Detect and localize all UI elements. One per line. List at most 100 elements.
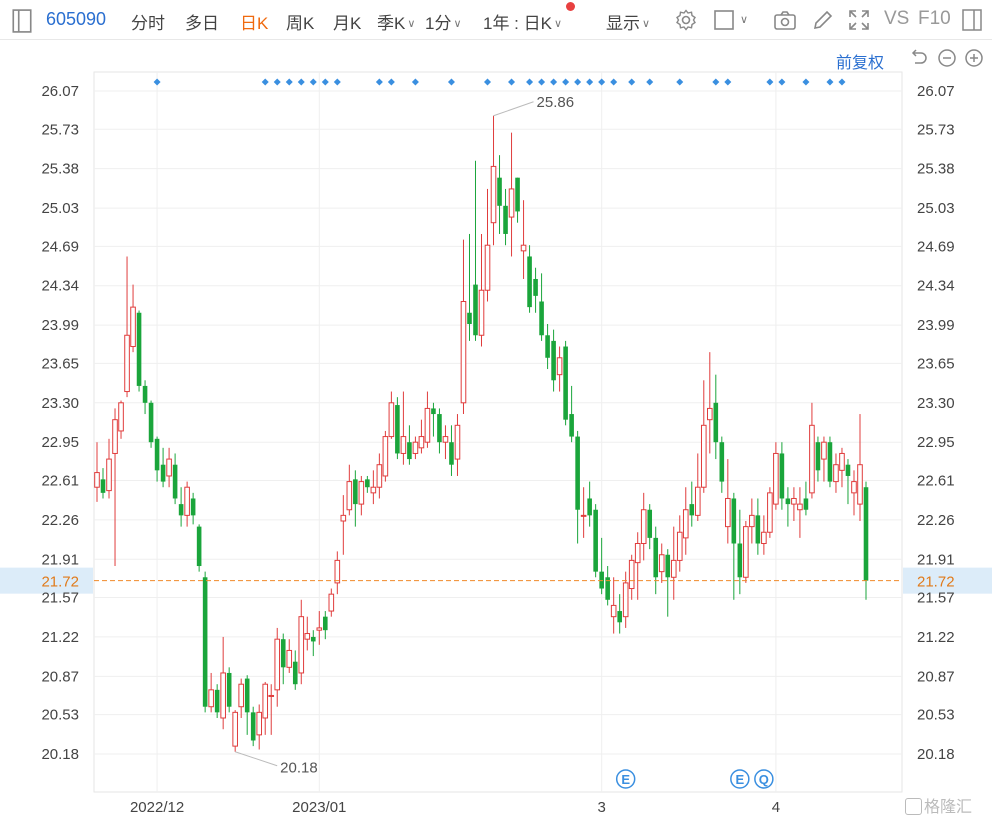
event-diamond-marker — [285, 78, 293, 86]
candle-body-down — [599, 571, 604, 589]
candle-body-up — [670, 559, 677, 578]
candle-body-up — [232, 711, 238, 747]
candle-body-up — [743, 526, 749, 578]
candle-body-up — [418, 436, 425, 449]
y-tick-label-right: 24.69 — [917, 238, 955, 255]
watermark-label: 格隆汇 — [924, 799, 973, 816]
y-tick-label-right: 23.65 — [917, 355, 955, 372]
candle-body-down — [713, 402, 719, 443]
candle-body-down — [280, 639, 286, 668]
candle-body-up — [382, 436, 389, 477]
candle-body-down — [407, 442, 412, 460]
candle-body-up — [520, 244, 527, 252]
candle-body-down — [214, 689, 220, 713]
candle-body-down — [575, 436, 580, 510]
candle-body-down — [569, 414, 574, 437]
event-diamond-marker — [826, 78, 834, 86]
candle-body-up — [424, 407, 431, 443]
event-badge-label: E — [736, 772, 745, 787]
candle-body-down — [196, 526, 202, 567]
y-tick-label-left: 23.99 — [41, 317, 79, 334]
candle-body-up — [628, 559, 635, 590]
candle-body-up — [460, 300, 467, 404]
candle-body-up — [340, 514, 347, 522]
candle-body-up — [640, 509, 647, 545]
candle-body-down — [467, 312, 472, 325]
candle-body-up — [580, 514, 587, 517]
candles — [94, 115, 869, 752]
candle-body-down — [845, 464, 851, 476]
candle-body-down — [731, 498, 737, 544]
event-badge-label: E — [621, 772, 630, 787]
candle-body-down — [827, 442, 833, 482]
candle-body-up — [298, 616, 305, 674]
event-diamond-marker — [321, 78, 329, 86]
candle-body-up — [346, 481, 353, 511]
event-diamond-marker — [802, 78, 810, 86]
event-diamond-marker — [712, 78, 720, 86]
candle-body-up — [478, 289, 485, 336]
candle-body-up — [791, 497, 797, 505]
candle-body-up — [454, 424, 461, 460]
x-tick-label: 4 — [772, 799, 780, 816]
candle-body-down — [815, 442, 821, 471]
y-axis-right: 26.07 25.73 25.38 25.03 24.69 24.34 23.99 23.65… — [917, 83, 955, 763]
y-tick-label-left: 21.22 — [41, 629, 79, 646]
candle-body-down — [503, 205, 508, 234]
candle-body-up — [124, 334, 130, 393]
candle-body-up — [94, 472, 100, 488]
candle-body-down — [587, 498, 592, 516]
candle-body-down — [292, 661, 298, 685]
candle-body-up — [268, 694, 275, 697]
candle-body-down — [863, 487, 869, 581]
candle-body-down — [353, 479, 358, 505]
candle-body-down — [803, 498, 809, 510]
candle-body-down — [310, 636, 316, 642]
candlestick-chart[interactable]: 26.07 25.73 25.38 25.03 24.69 24.34 23.99 23.65… — [0, 0, 992, 823]
y-tick-label-left: 20.53 — [41, 707, 79, 724]
y-tick-label-left: 24.69 — [41, 238, 79, 255]
event-diamond-marker — [538, 78, 546, 86]
candle-body-down — [100, 479, 106, 493]
y-tick-label-left: 25.38 — [41, 161, 79, 178]
candle-body-up — [706, 407, 713, 421]
max-price-label: 25.86 — [537, 94, 575, 111]
event-diamond-marker — [646, 78, 654, 86]
y-tick-label-right: 21.22 — [917, 629, 955, 646]
candle-body-down — [755, 515, 761, 544]
y-tick-label-right: 20.53 — [917, 707, 955, 724]
candle-body-down — [653, 537, 659, 578]
candle-body-up — [184, 486, 190, 516]
candle-body-up — [262, 683, 269, 719]
candle-body-up — [118, 402, 124, 432]
candle-body-up — [851, 481, 857, 494]
candle-body-down — [322, 616, 328, 631]
event-diamond-marker — [333, 78, 341, 86]
y-tick-label-left: 22.61 — [41, 472, 79, 489]
candle-body-up — [274, 638, 281, 691]
candle-body-down — [136, 312, 142, 386]
candle-body-down — [497, 177, 502, 206]
event-diamond-marker — [574, 78, 582, 86]
y-tick-label-right: 20.18 — [917, 746, 955, 763]
candle-body-down — [647, 509, 653, 538]
candle-body-down — [527, 256, 532, 308]
candle-body-up — [749, 514, 755, 528]
current-price-line: 21.72 21.72 — [41, 574, 954, 591]
candle-body-up — [442, 436, 449, 443]
y-tick-label-left: 23.65 — [41, 355, 79, 372]
candle-body-up — [658, 554, 665, 573]
candle-body-down — [617, 611, 622, 623]
candle-body-down — [244, 678, 250, 713]
candle-body-up — [797, 503, 803, 511]
candle-body-down — [431, 408, 436, 415]
event-diamond-marker — [297, 78, 305, 86]
y-tick-label-right: 22.26 — [917, 512, 955, 529]
candle-body-up — [857, 464, 863, 505]
y-tick-label-left: 22.95 — [41, 434, 79, 451]
event-diamond-marker — [598, 78, 606, 86]
candle-body-down — [395, 405, 400, 454]
candle-body-up — [682, 509, 689, 539]
candle-body-up — [725, 497, 731, 528]
candle-body-down — [779, 453, 785, 499]
